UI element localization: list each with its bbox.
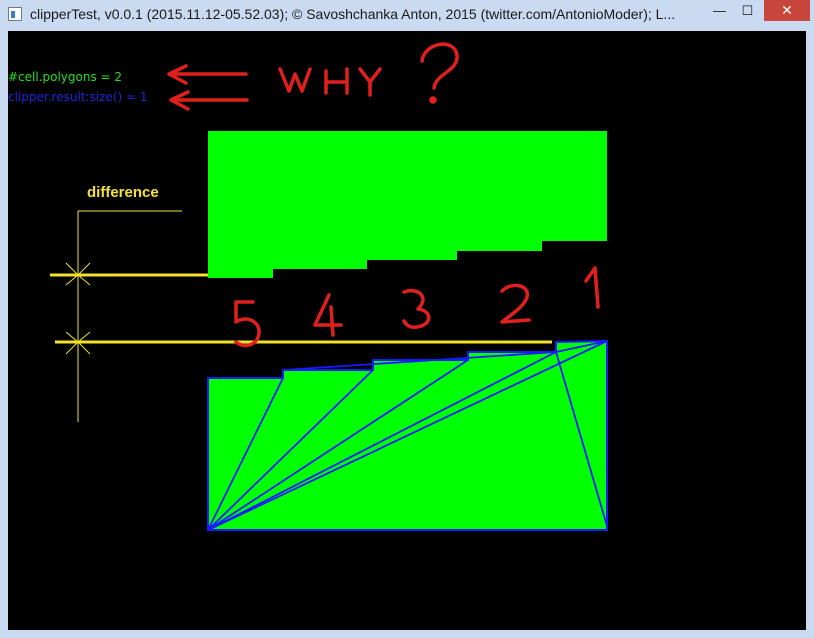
maximize-icon: ☐ [741,2,754,18]
render-canvas[interactable]: #cell.polygons = 2 clipper.result:size()… [8,31,806,630]
step-number-drawings [234,266,600,348]
lower-polygon [207,339,608,531]
arrow-upper-icon [167,64,248,85]
app-window: clipperTest, v0.0.1 (2015.11.12-05.52.03… [0,0,814,638]
clipper-result-size: clipper.result:size() = 1 [8,90,148,104]
cell-polygons-count: #cell.polygons = 2 [8,70,123,84]
upper-polygon [208,131,607,278]
maximize-button[interactable]: ☐ [734,0,761,21]
digit-4-drawing [313,293,343,337]
digit-2-drawing [500,283,531,324]
difference-label: difference [87,184,159,201]
digit-1-drawing [584,266,600,309]
title-bar[interactable]: clipperTest, v0.0.1 (2015.11.12-05.52.03… [0,0,814,30]
arrow-lower-icon [169,90,249,111]
digit-5-drawing [234,300,261,348]
app-icon [8,7,22,21]
window-title: clipperTest, v0.0.1 (2015.11.12-05.52.03… [30,6,676,22]
scene [50,42,608,531]
close-button[interactable]: ✕ [764,0,810,21]
minimize-icon: — [713,3,726,18]
minimize-button[interactable]: — [706,0,733,21]
arrow-icons [167,64,249,111]
close-icon: ✕ [781,2,793,18]
why-annotation-drawing [278,42,459,104]
digit-3-drawing [402,289,431,329]
